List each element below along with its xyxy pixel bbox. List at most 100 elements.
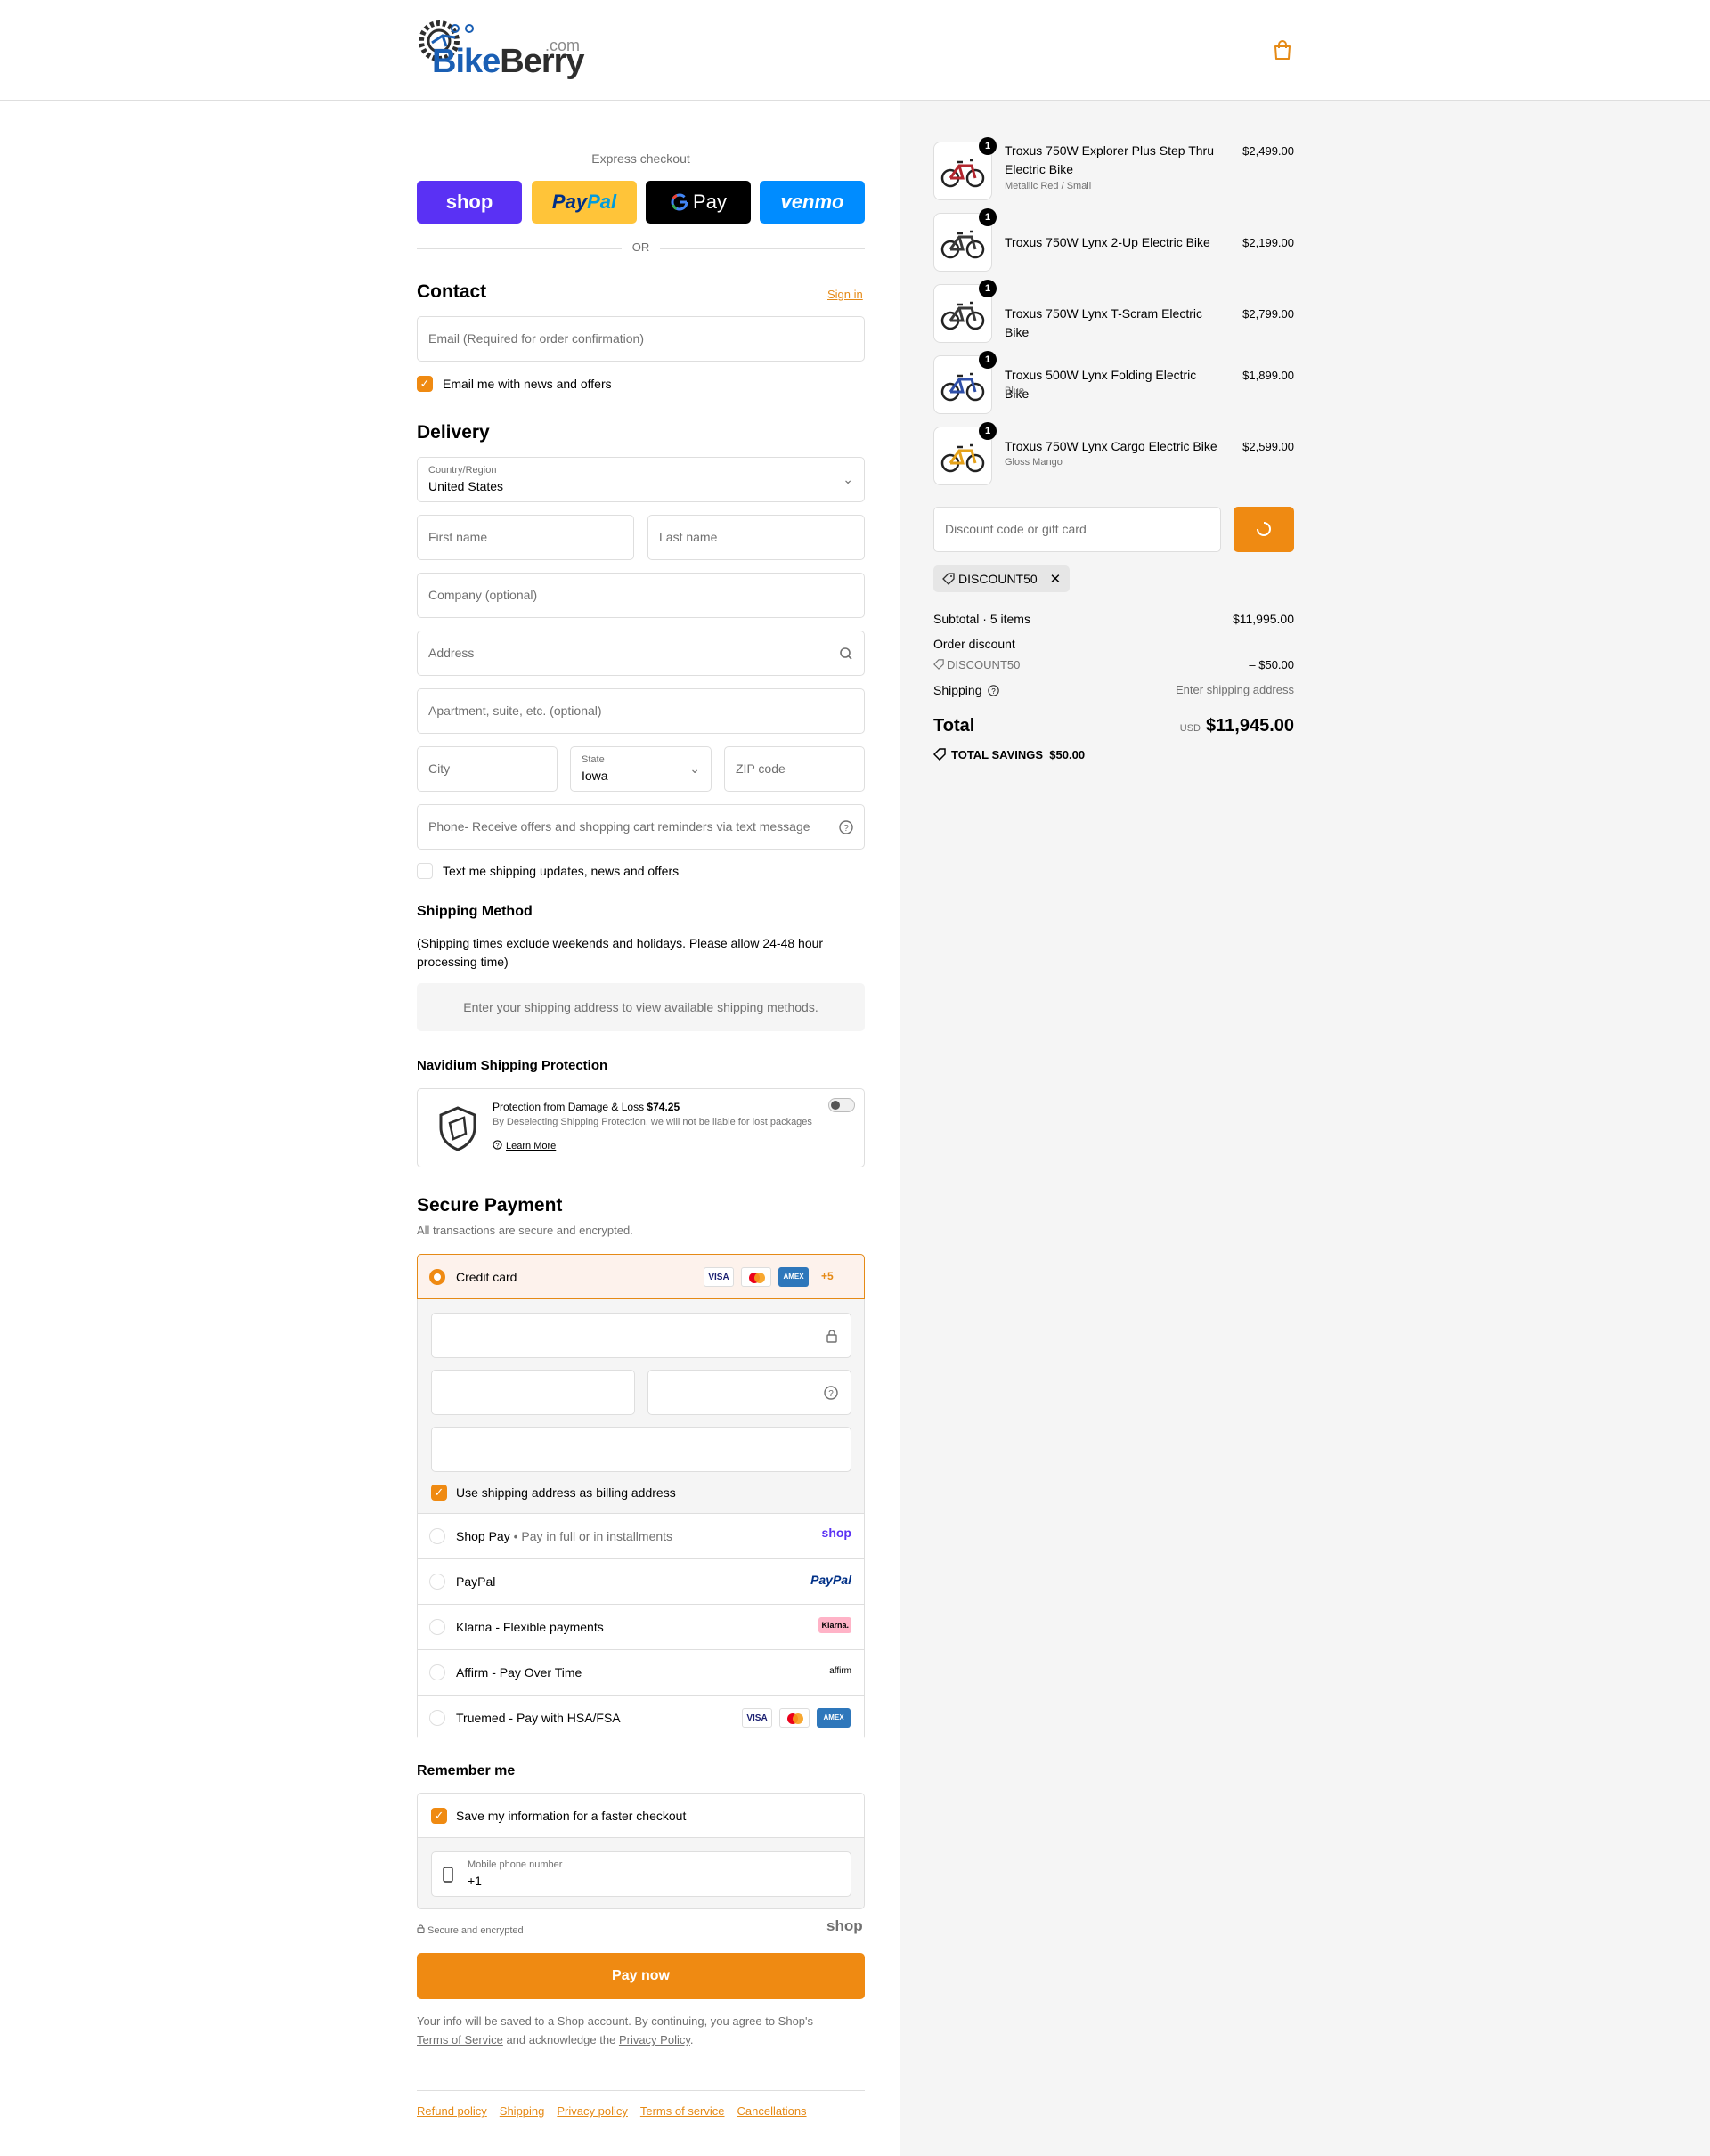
product-thumbnail: 1 — [933, 280, 997, 343]
protection-disclaimer: By Deselecting Shipping Protection, we w… — [493, 1117, 812, 1127]
first-name-field[interactable]: First name — [417, 515, 634, 560]
discount-code-field[interactable]: Discount code or gift card — [933, 507, 1221, 552]
billing-same-checkbox[interactable]: ✓ — [431, 1485, 447, 1501]
quantity-badge: 1 — [979, 208, 997, 226]
quantity-badge: 1 — [979, 351, 997, 369]
subtotal-row: Subtotal · 5 items $11,995.00 — [933, 612, 1294, 626]
country-select[interactable]: Country/Region United States ⌄ — [417, 457, 865, 502]
payment-subtitle: All transactions are secure and encrypte… — [417, 1224, 633, 1237]
product-thumbnail: 1 — [933, 137, 997, 200]
privacy-policy-link[interactable]: Privacy Policy — [619, 2033, 690, 2046]
city-field[interactable]: City — [417, 746, 558, 792]
terms-of-service-link[interactable]: Terms of Service — [417, 2033, 503, 2046]
help-circle-icon[interactable]: ? — [988, 685, 1000, 696]
pay-now-button[interactable]: Pay now — [417, 1953, 865, 1999]
shop-pay-option[interactable]: Shop Pay • Pay in full or in installment… — [418, 1514, 864, 1559]
product-price: $2,499.00 — [1242, 144, 1294, 158]
credit-card-label: Credit card — [456, 1270, 517, 1284]
credit-card-form: ? ✓ Use shipping address as billing addr… — [418, 1299, 864, 1514]
mobile-phone-field[interactable]: Mobile phone number +1 — [431, 1851, 851, 1897]
cart-item: 1 Troxus 750W Lynx T-Scram Electric Bike $… — [933, 280, 1294, 343]
sign-in-link[interactable]: Sign in — [827, 288, 863, 301]
svg-text:?: ? — [992, 687, 997, 696]
terms-of-service-footer-link[interactable]: Terms of service — [640, 2104, 725, 2118]
help-circle-icon[interactable]: ? — [824, 1386, 838, 1400]
phone-field[interactable]: Phone- Receive offers and shopping cart … — [417, 804, 865, 850]
affirm-logo: affirm — [829, 1666, 851, 1676]
credit-card-radio[interactable] — [429, 1269, 445, 1285]
card-number-field[interactable] — [431, 1313, 851, 1358]
bikeberry-logo[interactable]: .com BikeBerry — [416, 16, 585, 84]
company-field[interactable]: Company (optional) — [417, 573, 865, 618]
klarna-option[interactable]: Klarna - Flexible payments Klarna. — [418, 1605, 864, 1650]
quantity-badge: 1 — [979, 422, 997, 440]
legal-text: Your info will be saved to a Shop accoun… — [417, 2014, 814, 2046]
express-checkout-label: Express checkout — [591, 151, 690, 166]
paypal-radio[interactable] — [429, 1574, 445, 1590]
security-code-field[interactable]: ? — [647, 1370, 851, 1415]
apply-discount-button[interactable] — [1234, 507, 1294, 552]
apartment-field[interactable]: Apartment, suite, etc. (optional) — [417, 688, 865, 734]
text-me-label: Text me shipping updates, news and offer… — [443, 864, 680, 878]
product-name: Troxus 750W Lynx 2-Up Electric Bike — [1005, 235, 1210, 249]
help-circle-icon: ? — [493, 1140, 502, 1150]
credit-card-option[interactable]: Credit card VISA AMEX +5 — [417, 1254, 865, 1299]
expiration-field[interactable] — [431, 1370, 635, 1415]
quantity-badge: 1 — [979, 280, 997, 297]
learn-more-link[interactable]: ? Learn More — [493, 1140, 556, 1151]
refund-policy-link[interactable]: Refund policy — [417, 2104, 487, 2118]
shop-logo: shop — [821, 1525, 851, 1540]
truemed-radio[interactable] — [429, 1710, 445, 1726]
lock-icon — [826, 1330, 837, 1343]
cancellations-link[interactable]: Cancellations — [737, 2104, 807, 2118]
affirm-option[interactable]: Affirm - Pay Over Time affirm — [418, 1650, 864, 1696]
shipping-method-note: (Shipping times exclude weekends and hol… — [417, 936, 824, 969]
product-variant: Metallic Red / Small — [1005, 181, 1092, 191]
logo-wordmark: BikeBerry — [432, 43, 585, 80]
product-name: Troxus 750W Lynx T-Scram Electric Bike — [1005, 306, 1202, 339]
more-cards-badge: +5 — [821, 1270, 834, 1282]
email-field[interactable]: Email (Required for order confirmation) — [417, 316, 865, 362]
affirm-radio[interactable] — [429, 1664, 445, 1680]
product-name: Troxus 750W Lynx Cargo Electric Bike — [1005, 439, 1217, 453]
last-name-field[interactable]: Last name — [647, 515, 865, 560]
shipping-link[interactable]: Shipping — [500, 2104, 545, 2118]
address-field[interactable]: Address — [417, 631, 865, 676]
help-circle-icon[interactable]: ? — [839, 820, 853, 834]
zip-field[interactable]: ZIP code — [724, 746, 865, 792]
shipping-protection-box: Protection from Damage & Loss $74.25 By … — [417, 1088, 865, 1167]
shop-pay-button[interactable]: shop — [417, 181, 522, 224]
loading-spinner-icon — [1257, 522, 1271, 536]
venmo-button[interactable]: venmo — [760, 181, 865, 224]
amex-icon: AMEX — [817, 1708, 851, 1728]
shop-pay-radio[interactable] — [429, 1528, 445, 1544]
paypal-button[interactable]: Pay Pal — [532, 181, 637, 224]
remove-discount-icon[interactable]: ✕ — [1050, 572, 1062, 587]
svg-text:?: ? — [828, 1389, 834, 1399]
truemed-option[interactable]: Truemed - Pay with HSA/FSA VISA AMEX — [418, 1696, 864, 1741]
shopping-bag-icon[interactable] — [1273, 39, 1292, 61]
text-me-checkbox[interactable] — [417, 863, 433, 879]
visa-icon: VISA — [704, 1267, 734, 1287]
paypal-option[interactable]: PayPal PayPal — [418, 1559, 864, 1605]
tag-icon — [933, 659, 944, 670]
protection-toggle[interactable] — [828, 1098, 855, 1112]
state-select[interactable]: State Iowa ⌄ — [570, 746, 712, 792]
privacy-policy-footer-link[interactable]: Privacy policy — [557, 2104, 627, 2118]
quantity-badge: 1 — [979, 137, 997, 155]
name-on-card-field[interactable] — [431, 1427, 851, 1472]
remember-me-box: ✓ Save my information for a faster check… — [417, 1793, 865, 1909]
mastercard-icon — [779, 1708, 810, 1728]
google-pay-button[interactable]: Pay — [646, 181, 751, 224]
chevron-down-icon: ⌄ — [689, 761, 700, 776]
product-thumbnail: 1 — [933, 208, 997, 272]
email-news-checkbox[interactable]: ✓ — [417, 376, 433, 392]
shipping-methods-info: Enter your shipping address to view avai… — [417, 983, 865, 1031]
contact-title: Contact — [417, 281, 487, 302]
klarna-radio[interactable] — [429, 1619, 445, 1635]
save-info-checkbox[interactable]: ✓ — [431, 1808, 447, 1824]
billing-same-label: Use shipping address as billing address — [456, 1485, 676, 1500]
product-thumbnail: 1 — [933, 422, 997, 485]
search-icon — [840, 647, 852, 660]
applied-discount-tag: DISCOUNT50 ✕ — [933, 565, 1071, 592]
